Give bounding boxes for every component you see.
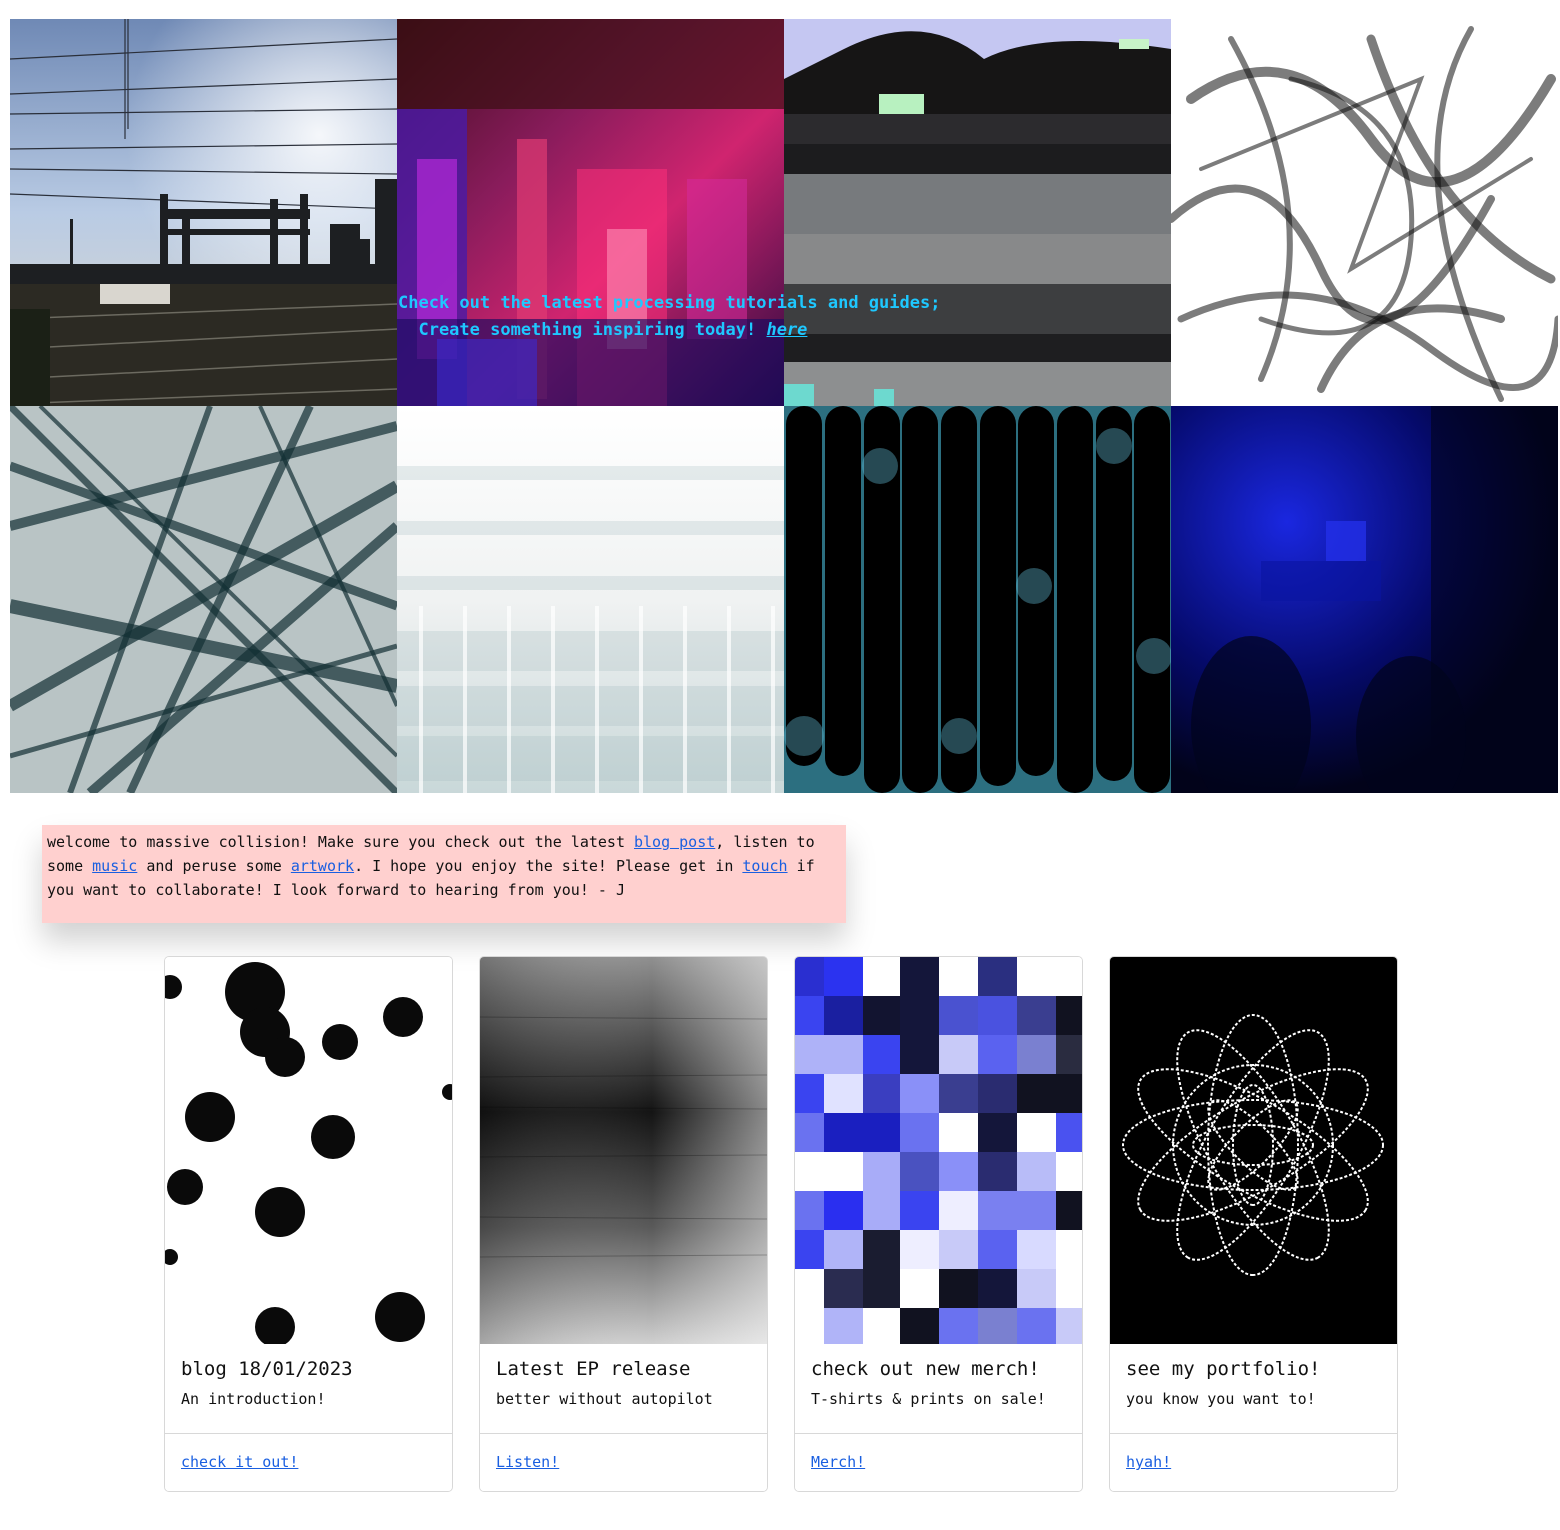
card-merch-link[interactable]: Merch!: [811, 1453, 865, 1471]
card-ep-title: Latest EP release: [496, 1358, 691, 1380]
touch-link[interactable]: touch: [742, 857, 787, 875]
gallery-image-glitch-grey[interactable]: [784, 19, 1171, 406]
hero-line-1: Check out the latest processing tutorial…: [398, 293, 941, 313]
gallery-image-blur-dots[interactable]: [397, 406, 784, 793]
welcome-text-3: and peruse some: [137, 857, 291, 875]
blog-post-link[interactable]: blog post: [634, 833, 715, 851]
card-ep: Latest EP release better without autopil…: [479, 956, 768, 1492]
gallery-image-glitch-magenta[interactable]: [397, 19, 784, 406]
hero-line-2: Create something inspiring today!: [398, 320, 767, 340]
music-link[interactable]: music: [92, 857, 137, 875]
card-merch: check out new merch! T-shirts & prints o…: [794, 956, 1083, 1492]
card-merch-image: [795, 957, 1082, 1344]
card-ep-link[interactable]: Listen!: [496, 1453, 559, 1471]
welcome-message: welcome to massive collision! Make sure …: [42, 825, 846, 923]
card-blog-title: blog 18/01/2023: [181, 1358, 353, 1380]
artwork-link[interactable]: artwork: [291, 857, 354, 875]
card-ep-text: better without autopilot: [496, 1390, 713, 1408]
gallery-image-circles[interactable]: [784, 406, 1171, 793]
card-blog-link[interactable]: check it out!: [181, 1453, 298, 1471]
card-blog-text: An introduction!: [181, 1390, 326, 1408]
hero-overlay-text: Check out the latest processing tutorial…: [398, 290, 940, 344]
feature-cards: blog 18/01/2023 An introduction! check i…: [164, 956, 1398, 1492]
gallery-image-scribbles[interactable]: [1171, 19, 1558, 406]
card-merch-title: check out new merch!: [811, 1358, 1040, 1380]
card-ep-image: [480, 957, 767, 1344]
artwork-gallery: [10, 19, 1558, 793]
card-blog: blog 18/01/2023 An introduction! check i…: [164, 956, 453, 1492]
card-portfolio-link[interactable]: hyah!: [1126, 1453, 1171, 1471]
gallery-image-teal-lines[interactable]: [10, 406, 397, 793]
gallery-image-blue-dark[interactable]: [1171, 406, 1558, 793]
welcome-text-4: . I hope you enjoy the site! Please get …: [354, 857, 743, 875]
gallery-image-railway[interactable]: [10, 19, 397, 406]
card-portfolio-text: you know you want to!: [1126, 1390, 1316, 1408]
card-merch-text: T-shirts & prints on sale!: [811, 1390, 1046, 1408]
card-portfolio: see my portfolio! you know you want to! …: [1109, 956, 1398, 1492]
welcome-text-1: welcome to massive collision! Make sure …: [47, 833, 634, 851]
card-portfolio-title: see my portfolio!: [1126, 1358, 1321, 1380]
card-portfolio-image: [1110, 957, 1397, 1344]
card-blog-image: [165, 957, 452, 1344]
hero-here-link[interactable]: here: [766, 320, 807, 340]
